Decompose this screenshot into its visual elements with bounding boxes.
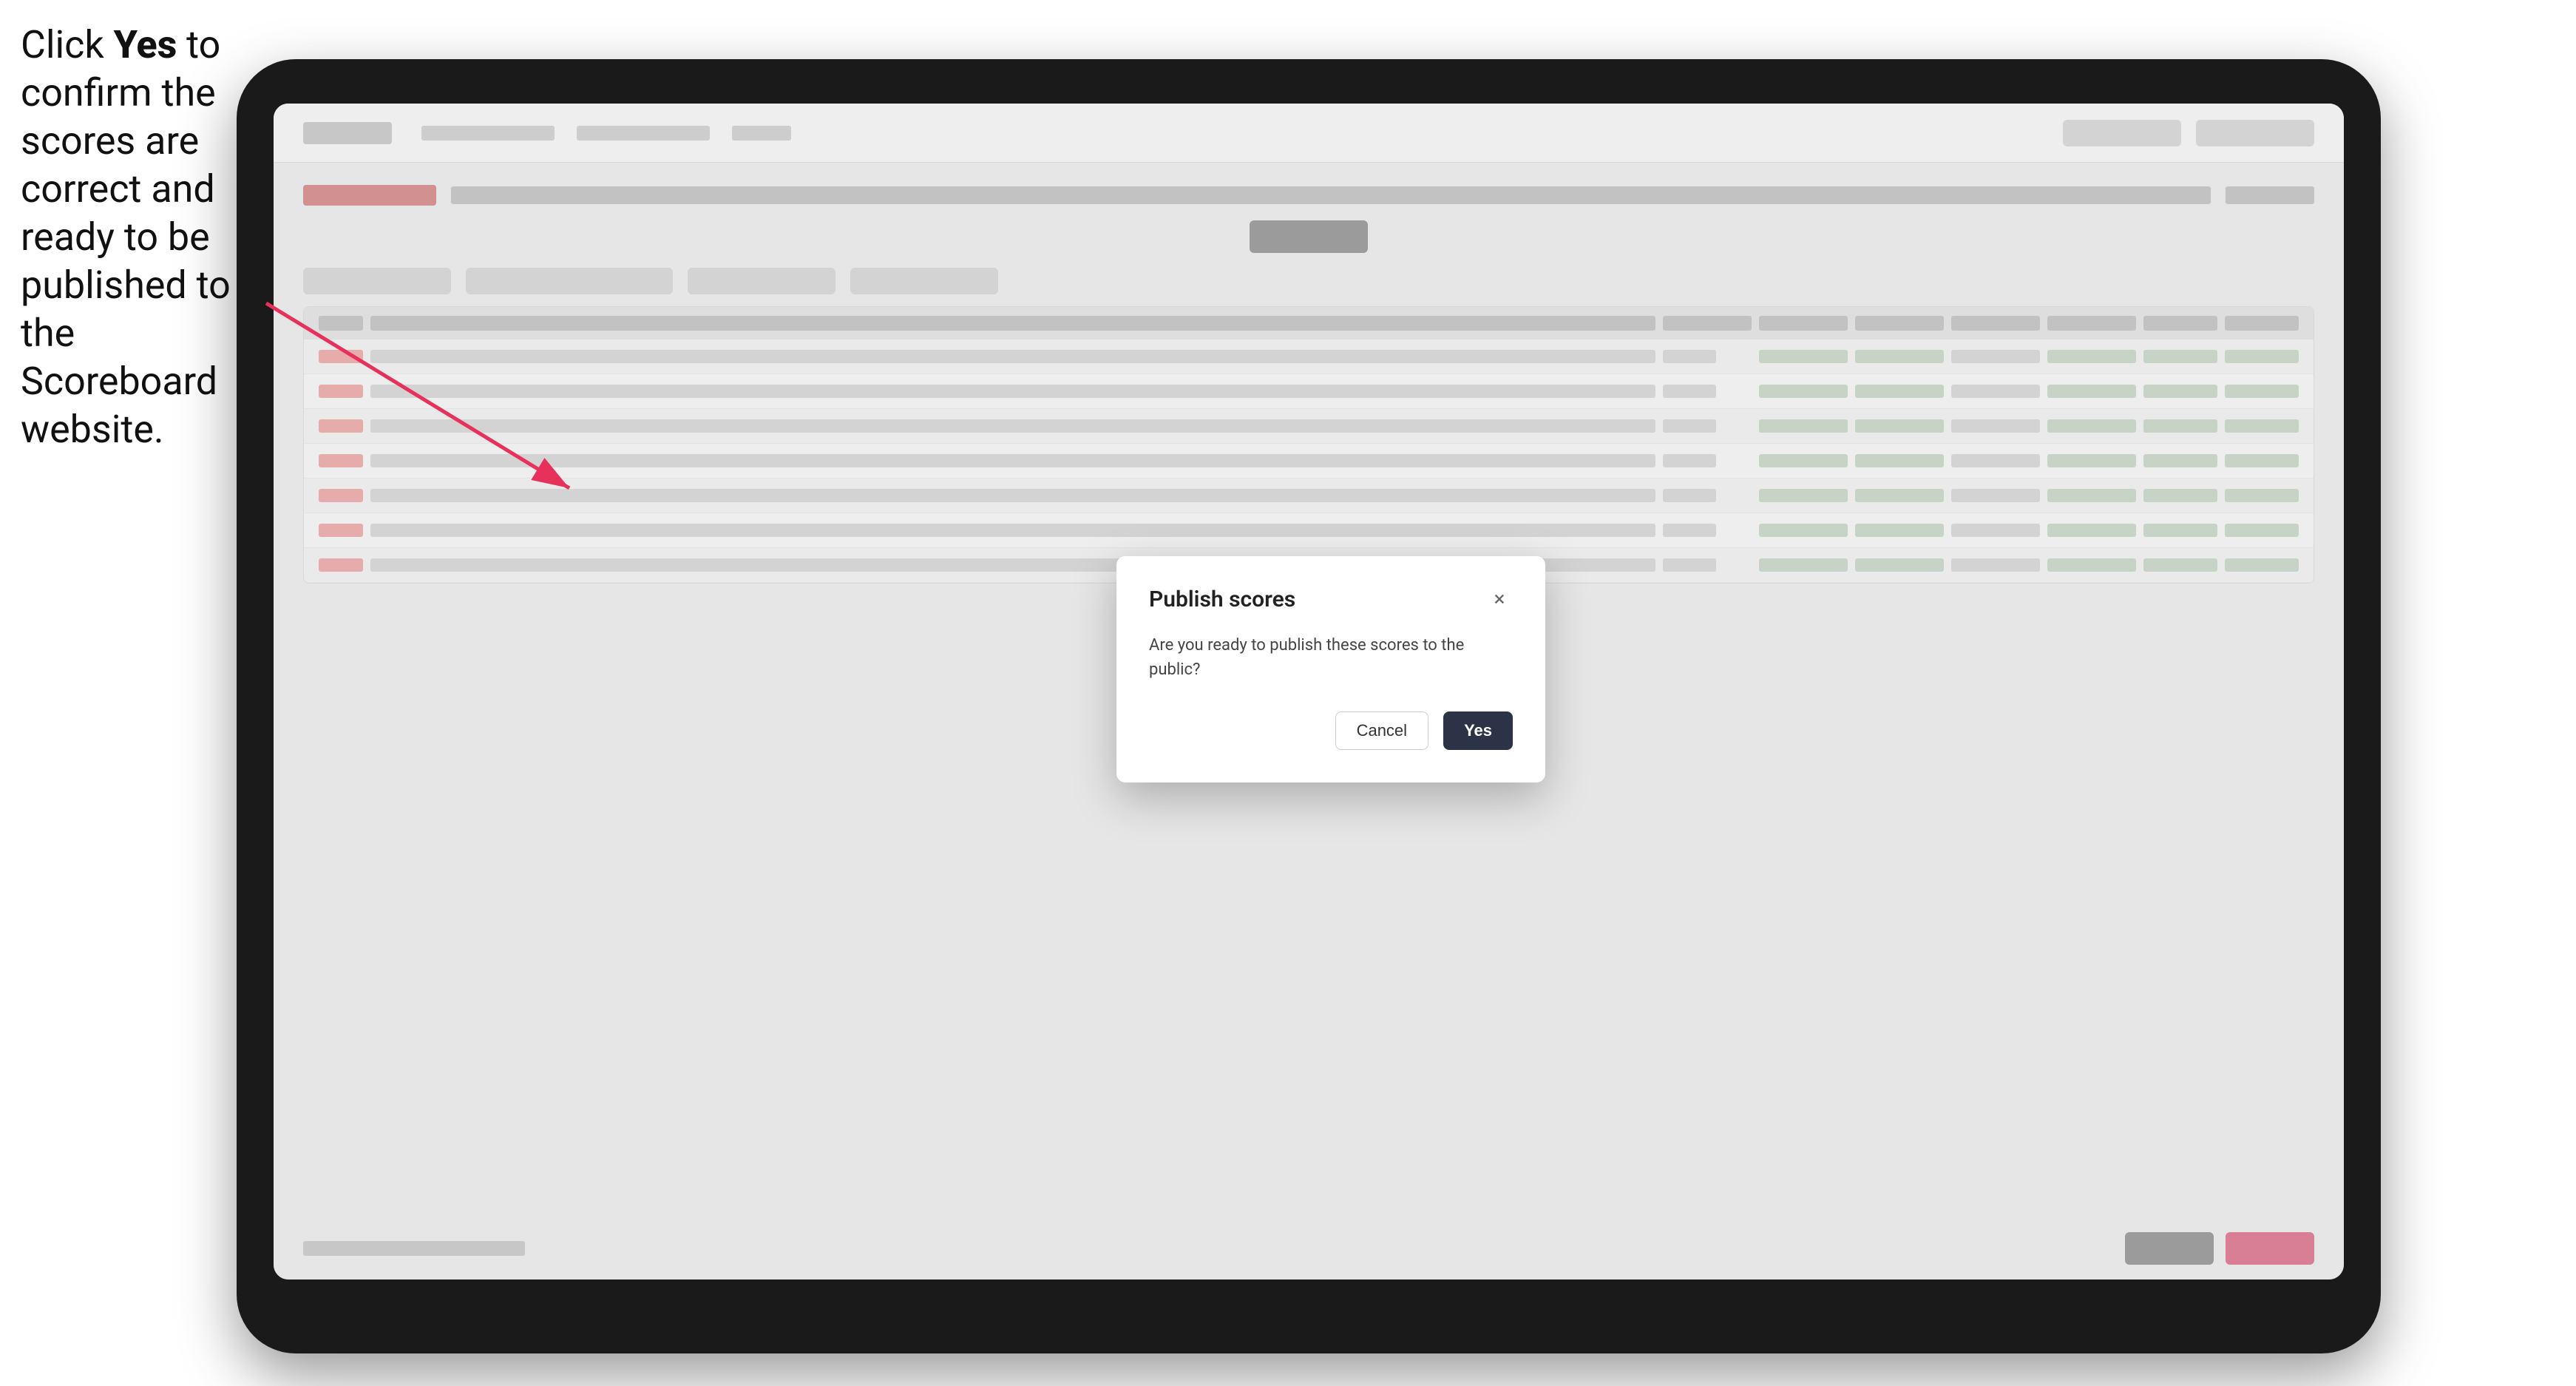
modal-title: Publish scores bbox=[1149, 586, 1295, 612]
publish-scores-dialog: Publish scores × Are you ready to publis… bbox=[1116, 556, 1545, 782]
instruction-text: Click Yes to confirm the scores are corr… bbox=[21, 21, 235, 453]
modal-header: Publish scores × bbox=[1149, 586, 1513, 612]
tablet-screen: Publish scores × Are you ready to publis… bbox=[274, 104, 2344, 1279]
yes-button[interactable]: Yes bbox=[1443, 711, 1513, 750]
modal-overlay: Publish scores × Are you ready to publis… bbox=[274, 104, 2344, 1279]
modal-footer: Cancel Yes bbox=[1149, 711, 1513, 750]
tablet-device: Publish scores × Are you ready to publis… bbox=[237, 59, 2381, 1353]
close-icon[interactable]: × bbox=[1486, 586, 1513, 612]
modal-body-text: Are you ready to publish these scores to… bbox=[1149, 633, 1513, 682]
cancel-button[interactable]: Cancel bbox=[1335, 711, 1428, 750]
